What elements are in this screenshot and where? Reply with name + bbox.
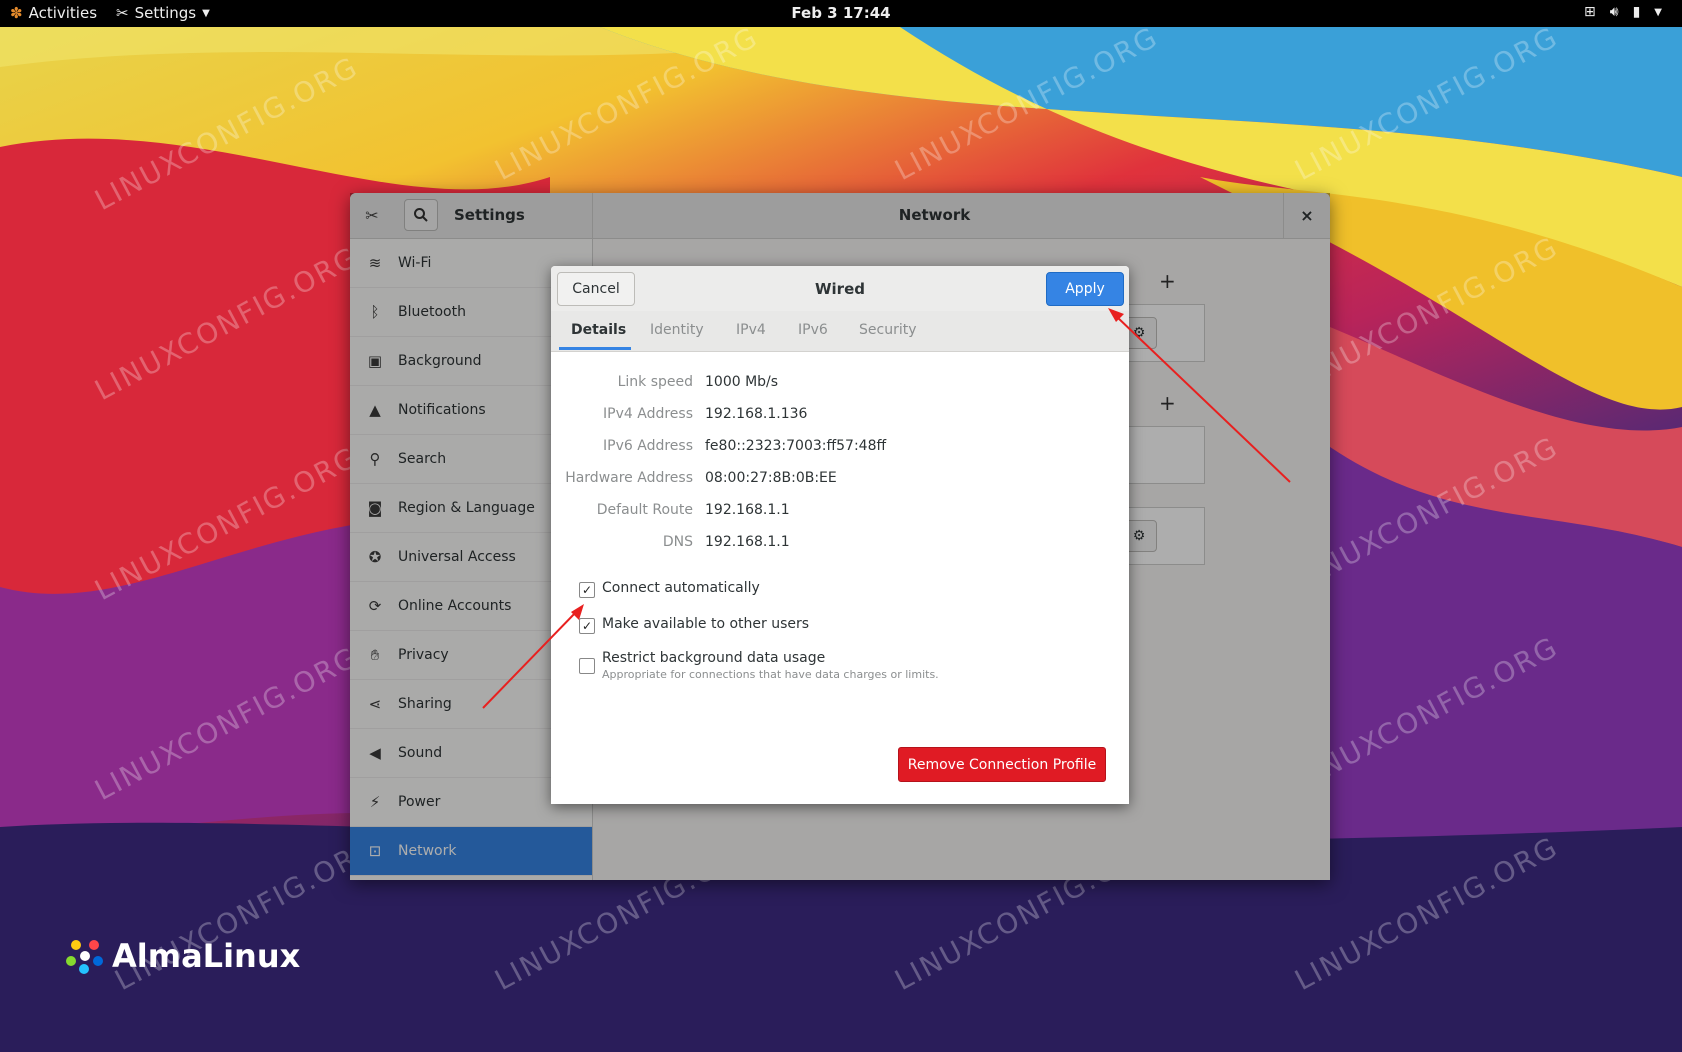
available-to-all-users-checkbox[interactable]: ✓ Make available to other users — [579, 616, 809, 634]
detail-key: Default Route — [596, 502, 693, 518]
checkbox-box[interactable] — [579, 658, 595, 674]
connect-automatically-checkbox[interactable]: ✓ Connect automatically — [579, 580, 760, 598]
wired-dialog: Cancel Wired Apply Details Identity IPv4… — [551, 266, 1129, 804]
apply-button[interactable]: Apply — [1046, 272, 1124, 306]
volume-icon: 🔊︎ — [1609, 4, 1619, 20]
almalinux-mark-icon — [66, 940, 103, 974]
detail-key: IPv4 Address — [603, 406, 693, 422]
checkmark-icon[interactable]: ✓ — [579, 618, 595, 634]
detail-value: 192.168.1.1 — [705, 502, 790, 518]
dialog-header: Cancel Wired Apply — [551, 266, 1129, 312]
detail-value: 08:00:27:8B:0B:EE — [705, 470, 837, 486]
checkbox-label: Make available to other users — [602, 616, 810, 632]
clock-label: Feb 3 17:44 — [791, 4, 891, 22]
battery-icon: ▮ — [1632, 4, 1641, 20]
almalinux-wordmark: AlmaLinux — [112, 937, 301, 975]
restrict-background-data-checkbox[interactable]: Restrict background data usage Appropria… — [579, 650, 939, 681]
system-tray[interactable]: ⊞ 🔊︎ ▮ ▼ — [1584, 4, 1662, 20]
detail-row: Default Route 192.168.1.1 — [551, 502, 1129, 522]
detail-value: 1000 Mb/s — [705, 374, 779, 390]
tab-ipv6[interactable]: IPv6 — [798, 322, 828, 338]
detail-row: Hardware Address 08:00:27:8B:0B:EE — [551, 470, 1129, 490]
active-tab-indicator — [559, 347, 631, 350]
tab-identity[interactable]: Identity — [650, 322, 704, 338]
checkbox-description: Appropriate for connections that have da… — [602, 668, 939, 681]
detail-row: Link speed 1000 Mb/s — [551, 374, 1129, 394]
detail-row: DNS 192.168.1.1 — [551, 534, 1129, 554]
clock[interactable]: Feb 3 17:44 — [0, 4, 1682, 22]
detail-key: IPv6 Address — [603, 438, 693, 454]
detail-key: DNS — [662, 534, 693, 550]
tab-ipv4[interactable]: IPv4 — [736, 322, 766, 338]
tab-security[interactable]: Security — [859, 322, 917, 338]
chevron-down-icon: ▼ — [1654, 6, 1662, 18]
network-icon: ⊞ — [1584, 4, 1596, 20]
detail-key: Link speed — [617, 374, 693, 390]
detail-value: 192.168.1.1 — [705, 534, 790, 550]
checkbox-label: Connect automatically — [602, 580, 760, 596]
detail-value: fe80::2323:7003:ff57:48ff — [705, 438, 887, 454]
detail-key: Hardware Address — [565, 470, 693, 486]
checkbox-label: Restrict background data usage — [602, 650, 826, 666]
remove-connection-profile-button[interactable]: Remove Connection Profile — [898, 747, 1106, 782]
dialog-title: Wired — [815, 280, 865, 298]
dialog-tabs: Details Identity IPv4 IPv6 Security — [551, 311, 1129, 352]
detail-row: IPv6 Address fe80::2323:7003:ff57:48ff — [551, 438, 1129, 458]
detail-value: 192.168.1.136 — [705, 406, 808, 422]
checkmark-icon[interactable]: ✓ — [579, 582, 595, 598]
almalinux-logo: AlmaLinux — [64, 935, 300, 977]
top-bar: ✽ Activities ✂ Settings ▼ Feb 3 17:44 ⊞ … — [0, 0, 1682, 27]
detail-row: IPv4 Address 192.168.1.136 — [551, 406, 1129, 426]
tab-details[interactable]: Details — [571, 322, 626, 338]
